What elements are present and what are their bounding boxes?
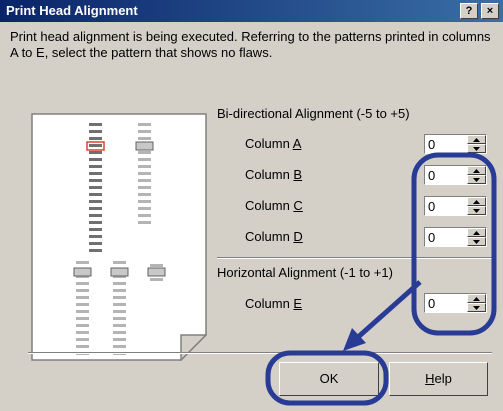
spinners-highlight-oval xyxy=(411,152,497,336)
arrow-line xyxy=(355,280,422,340)
annotation-overlay xyxy=(265,152,497,406)
ok-highlight-oval xyxy=(265,350,389,406)
